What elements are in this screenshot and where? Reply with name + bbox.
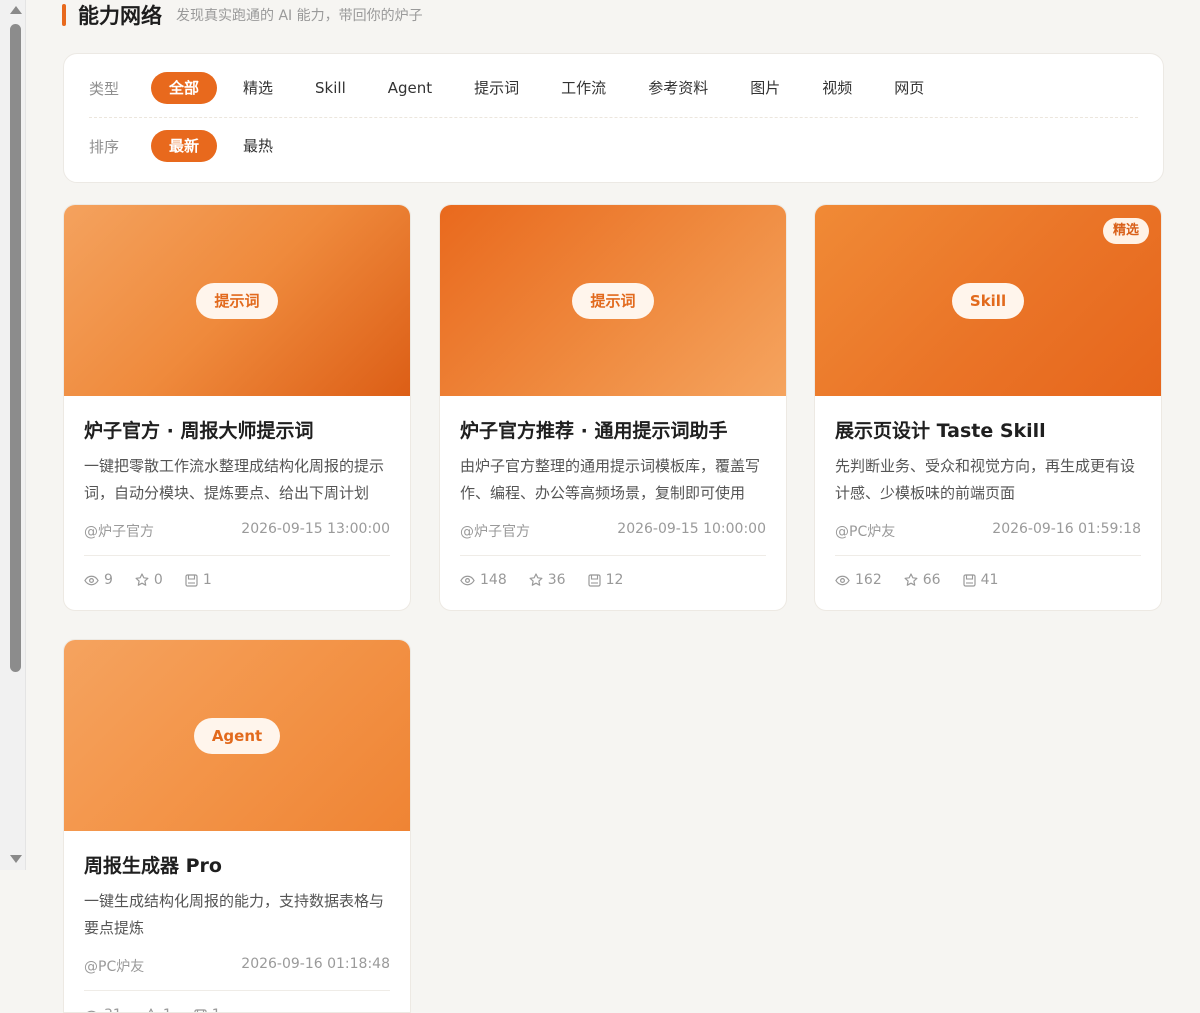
filter-panel: 类型 全部 精选 Skill Agent 提示词 工作流 参考资料 图片 视频 … xyxy=(63,53,1164,183)
type-chip-featured[interactable]: 精选 xyxy=(243,72,273,104)
saves-stat[interactable]: 41 xyxy=(962,572,999,588)
save-icon xyxy=(962,573,976,587)
star-icon xyxy=(904,573,918,586)
type-chip-image[interactable]: 图片 xyxy=(750,72,780,104)
views-stat: 9 xyxy=(84,572,113,588)
views-count: 162 xyxy=(855,572,882,588)
eye-icon xyxy=(460,575,475,585)
type-chip-skill[interactable]: Skill xyxy=(315,72,346,104)
type-filter-row: 类型 全部 精选 Skill Agent 提示词 工作流 参考资料 图片 视频 … xyxy=(89,71,966,105)
card-description: 由炉子官方整理的通用提示词模板库，覆盖写作、编程、办公等高频场景，复制即可使用 xyxy=(460,457,761,502)
card-stats: 9 0 1 xyxy=(84,572,390,588)
scroll-thumb[interactable] xyxy=(10,24,21,672)
card-cover: Agent xyxy=(64,640,410,831)
sort-filter-row: 排序 最新 最热 xyxy=(89,129,315,163)
page-title: 能力网络 xyxy=(78,4,162,28)
card-meta: @PC炉友 2026-09-16 01:18:48 xyxy=(84,956,390,991)
save-icon xyxy=(185,573,198,587)
type-chip-webpage[interactable]: 网页 xyxy=(894,72,924,104)
card-title[interactable]: 炉子官方推荐 · 通用提示词助手 xyxy=(460,416,766,443)
stars-stat[interactable]: 36 xyxy=(529,572,566,588)
save-icon xyxy=(194,1008,207,1012)
card-title[interactable]: 展示页设计 Taste Skill xyxy=(835,416,1141,443)
stars-stat[interactable]: 0 xyxy=(135,572,163,588)
card-time: 2026-09-16 01:18:48 xyxy=(241,956,390,972)
eye-icon xyxy=(86,1010,97,1012)
type-filter-label: 类型 xyxy=(89,79,120,98)
card-cover: 提示词 xyxy=(440,205,786,396)
stars-stat[interactable]: 1 xyxy=(144,1007,172,1012)
card-time: 2026-09-15 10:00:00 xyxy=(617,521,766,537)
sort-filter-label: 排序 xyxy=(89,137,120,156)
type-chip-reference[interactable]: 参考资料 xyxy=(648,72,708,104)
card-time: 2026-09-16 01:59:18 xyxy=(992,521,1141,537)
capability-card[interactable]: 提示词 炉子官方 · 周报大师提示词 一键把零散工作流水整理成结构化周报的提示词… xyxy=(63,204,411,611)
card-meta: @炉子官方 2026-09-15 13:00:00 xyxy=(84,521,390,556)
stars-count: 66 xyxy=(922,572,941,588)
card-title[interactable]: 炉子官方 · 周报大师提示词 xyxy=(84,416,390,443)
page-subtitle: 发现真实跑通的 AI 能力，带回你的炉子 xyxy=(176,8,423,24)
featured-tag: 精选 xyxy=(1102,218,1149,244)
card-stats: 31 1 1 xyxy=(84,1007,390,1012)
stars-count: 1 xyxy=(163,1007,172,1012)
eye-icon xyxy=(84,575,99,585)
type-chip-video[interactable]: 视频 xyxy=(822,72,852,104)
scroll-up-icon[interactable] xyxy=(10,6,22,14)
card-meta: @炉子官方 2026-09-15 10:00:00 xyxy=(460,521,766,556)
star-icon xyxy=(148,1008,153,1012)
card-author[interactable]: @PC炉友 xyxy=(835,521,895,541)
save-icon xyxy=(587,573,601,587)
filter-divider xyxy=(89,117,1138,118)
card-type-badge: Skill xyxy=(951,282,1025,319)
card-time: 2026-09-15 13:00:00 xyxy=(241,521,390,537)
sort-chip-hottest[interactable]: 最热 xyxy=(243,130,273,162)
saves-stat[interactable]: 12 xyxy=(587,572,624,588)
card-author[interactable]: @炉子官方 xyxy=(84,521,154,541)
saves-stat[interactable]: 1 xyxy=(185,572,212,588)
card-title[interactable]: 周报生成器 Pro xyxy=(84,851,390,878)
views-stat: 31 xyxy=(84,1007,122,1012)
saves-count: 41 xyxy=(980,572,999,588)
page-header: 能力网络 发现真实跑通的 AI 能力，带回你的炉子 xyxy=(62,0,423,30)
card-author[interactable]: @PC炉友 xyxy=(84,956,144,976)
views-count: 31 xyxy=(104,1007,122,1012)
stars-stat[interactable]: 66 xyxy=(904,572,941,588)
scroll-down-icon[interactable] xyxy=(10,855,22,863)
card-stats: 148 36 12 xyxy=(460,572,766,588)
saves-stat[interactable]: 1 xyxy=(194,1007,221,1012)
card-description: 先判断业务、受众和视觉方向，再生成更有设计感、少模板味的前端页面 xyxy=(835,457,1136,502)
capability-card[interactable]: Agent 周报生成器 Pro 一键生成结构化周报的能力，支持数据表格与要点提炼… xyxy=(63,639,411,1013)
card-cover: 精选 Skill xyxy=(815,205,1161,396)
type-chip-all[interactable]: 全部 xyxy=(151,72,218,104)
stars-count: 0 xyxy=(153,572,163,588)
card-author[interactable]: @炉子官方 xyxy=(460,521,530,541)
star-icon xyxy=(135,573,149,586)
card-type-badge: 提示词 xyxy=(572,282,654,319)
views-count: 148 xyxy=(480,572,507,588)
stars-count: 36 xyxy=(547,572,566,588)
views-stat: 148 xyxy=(460,572,507,588)
star-icon xyxy=(529,573,543,586)
card-cover: 提示词 xyxy=(64,205,410,396)
page-scrollbar[interactable] xyxy=(0,0,26,870)
capability-card[interactable]: 精选 Skill 展示页设计 Taste Skill 先判断业务、受众和视觉方向… xyxy=(814,204,1162,611)
card-description: 一键生成结构化周报的能力，支持数据表格与要点提炼 xyxy=(84,892,385,937)
views-count: 9 xyxy=(104,572,113,588)
card-type-badge: 提示词 xyxy=(196,282,278,319)
eye-icon xyxy=(835,575,850,585)
type-chip-prompt[interactable]: 提示词 xyxy=(474,72,519,104)
card-stats: 162 66 41 xyxy=(835,572,1141,588)
type-chip-agent[interactable]: Agent xyxy=(388,72,432,104)
views-stat: 162 xyxy=(835,572,882,588)
saves-count: 1 xyxy=(212,1007,221,1012)
sort-chip-newest[interactable]: 最新 xyxy=(151,130,218,162)
saves-count: 12 xyxy=(605,572,624,588)
card-type-badge: Agent xyxy=(193,717,281,754)
header-accent-bar xyxy=(62,4,66,26)
card-meta: @PC炉友 2026-09-16 01:59:18 xyxy=(835,521,1141,556)
type-chip-workflow[interactable]: 工作流 xyxy=(561,72,606,104)
card-description: 一键把零散工作流水整理成结构化周报的提示词，自动分模块、提炼要点、给出下周计划 xyxy=(84,457,385,502)
saves-count: 1 xyxy=(202,572,212,588)
capability-card[interactable]: 提示词 炉子官方推荐 · 通用提示词助手 由炉子官方整理的通用提示词模板库，覆盖… xyxy=(439,204,787,611)
